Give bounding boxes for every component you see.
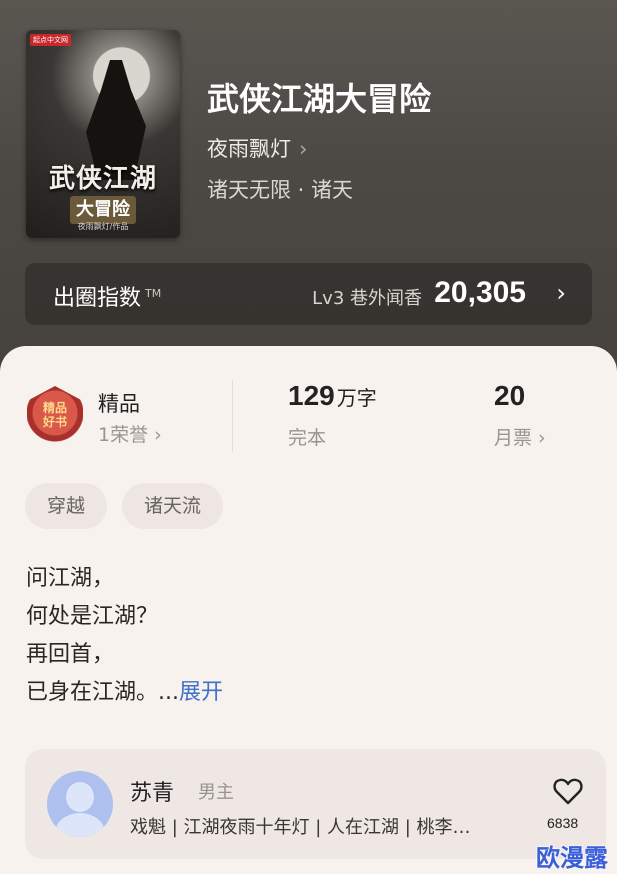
popularity-index-bar[interactable]: 出圈指数 TM Lv3 巷外闻香 20,305 › xyxy=(25,263,592,325)
chevron-right-icon: › xyxy=(556,279,566,307)
popularity-level: Lv3 巷外闻香 xyxy=(312,288,422,309)
avatar-head xyxy=(66,782,94,812)
character-card[interactable]: 苏青 男主 戏魁 | 江湖夜雨十年灯 | 人在江湖 | 桃李… 6838 xyxy=(25,749,606,859)
monthly-tickets-count: 20 xyxy=(494,380,526,411)
synopsis-last-line: 已身在江湖。...展开 xyxy=(26,680,223,705)
character-description: 戏魁 | 江湖夜雨十年灯 | 人在江湖 | 桃李… xyxy=(130,817,471,838)
character-name: 苏青 xyxy=(130,781,175,806)
avatar xyxy=(47,771,113,837)
tag-chip[interactable]: 诸天流 xyxy=(122,483,224,529)
watermark: 欧漫露 xyxy=(536,844,608,872)
popularity-index-label: 出圈指数 TM xyxy=(53,286,162,311)
expand-link[interactable]: 展开 xyxy=(179,680,223,705)
author-name: 夜雨飘灯 xyxy=(207,137,291,161)
tag-chip[interactable]: 穿越 xyxy=(25,483,108,529)
synopsis-line: 再回首， xyxy=(26,642,115,667)
character-role: 男主 xyxy=(198,782,234,803)
like-count: 6838 xyxy=(547,815,579,831)
book-genre: 诸天无限 · 诸天 xyxy=(207,178,354,202)
completion-status: 完本 xyxy=(288,427,327,449)
heart-icon[interactable] xyxy=(553,777,583,805)
synopsis-line: 何处是江湖？ xyxy=(26,604,159,629)
author-link[interactable]: 夜雨飘灯 › xyxy=(207,133,307,163)
avatar-body xyxy=(55,813,105,837)
quality-badge-text: 精品 好书 xyxy=(42,401,67,429)
quality-label: 精品 xyxy=(98,392,140,416)
word-count: 129 万字 xyxy=(288,380,377,411)
book-title: 武侠江湖大冒险 xyxy=(207,80,432,118)
book-cover[interactable]: 起点中文网 武侠江湖 大冒险 夜雨飘灯/作品 xyxy=(26,30,180,238)
popularity-value: 20,305 xyxy=(434,276,526,309)
synopsis-line: 问江湖， xyxy=(26,566,115,591)
synopsis[interactable]: 问江湖， 何处是江湖？ 再回首， 已身在江湖。...展开 xyxy=(26,560,223,712)
word-unit: 万字 xyxy=(336,386,377,410)
cover-title: 武侠江湖 xyxy=(48,164,157,194)
monthly-tickets-link[interactable]: 月票 › xyxy=(494,423,546,450)
cover-subtitle: 大冒险 xyxy=(70,196,136,224)
trademark-mark: TM xyxy=(145,286,162,300)
chevron-right-icon: › xyxy=(299,137,308,161)
honor-link[interactable]: 1荣誉 › xyxy=(98,420,162,447)
cover-author: 夜雨飘灯/作品 xyxy=(77,222,129,231)
cover-publisher-badge: 起点中文网 xyxy=(30,34,71,46)
stat-divider xyxy=(232,380,233,452)
